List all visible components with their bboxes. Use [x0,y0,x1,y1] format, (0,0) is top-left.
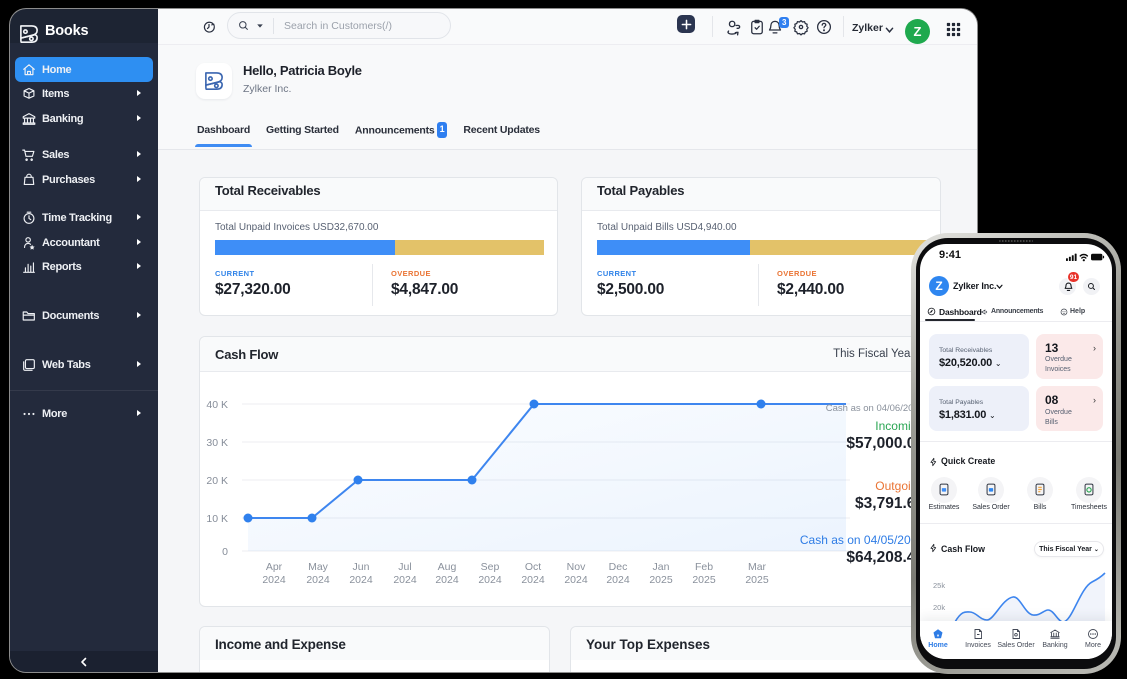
svg-text:Jan: Jan [653,561,670,573]
svg-text:2024: 2024 [435,574,459,586]
svg-text:2024: 2024 [564,574,588,586]
svg-text:Apr: Apr [266,561,283,573]
svg-text:Mar: Mar [748,561,767,573]
svg-text:Dec: Dec [609,561,628,573]
svg-text:2024: 2024 [478,574,502,586]
svg-text:May: May [308,561,329,573]
svg-text:30 K: 30 K [206,437,228,449]
svg-text:Jun: Jun [353,561,370,573]
svg-text:2025: 2025 [649,574,673,586]
svg-text:20 K: 20 K [206,475,228,487]
svg-text:Oct: Oct [525,561,541,573]
svg-text:Aug: Aug [438,561,457,573]
svg-text:2024: 2024 [306,574,330,586]
svg-text:2024: 2024 [606,574,630,586]
svg-text:Sep: Sep [481,561,500,573]
svg-text:2025: 2025 [745,574,769,586]
svg-text:2024: 2024 [521,574,545,586]
svg-text:Feb: Feb [695,561,713,573]
svg-text:Nov: Nov [567,561,586,573]
svg-text:10 K: 10 K [206,513,228,525]
svg-text:2024: 2024 [349,574,373,586]
svg-text:40 K: 40 K [206,399,228,411]
svg-text:0: 0 [222,546,228,558]
svg-text:2024: 2024 [262,574,286,586]
svg-text:2025: 2025 [692,574,716,586]
svg-text:Jul: Jul [398,561,411,573]
svg-text:20k: 20k [933,603,945,612]
svg-text:2024: 2024 [393,574,417,586]
svg-text:25k: 25k [933,581,945,590]
